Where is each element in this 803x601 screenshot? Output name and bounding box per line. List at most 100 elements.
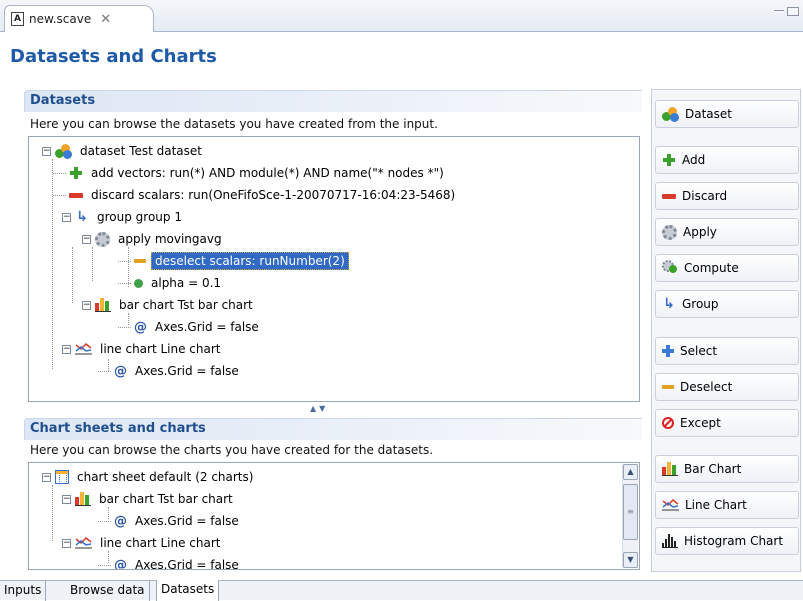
close-icon[interactable]: ✕	[100, 12, 111, 27]
gear-icon	[95, 231, 110, 247]
tab-browse-data[interactable]: Browse data	[66, 581, 150, 601]
except-button-label: Except	[680, 416, 721, 430]
tree-row-alpha[interactable]: alpha = 0.1	[118, 272, 224, 294]
property-icon: @	[114, 557, 127, 570]
tree-label-selected: deselect scalars: runNumber(2)	[151, 252, 349, 270]
collapse-toggle[interactable]: −	[82, 234, 91, 244]
select-button-label: Select	[680, 344, 718, 358]
collapse-toggle[interactable]: −	[82, 300, 91, 310]
charts-tree[interactable]: − chart sheet default (2 charts) − bar c…	[28, 462, 640, 570]
tree-row-bar-chart[interactable]: − bar chart Tst bar chart	[62, 488, 236, 510]
tree-label: dataset Test dataset	[80, 144, 202, 158]
collapse-toggle[interactable]: −	[62, 344, 71, 354]
except-button[interactable]: Except	[655, 409, 799, 437]
tree-row-discard-scalars[interactable]: discard scalars: run(OneFifoSce-1-200707…	[53, 184, 458, 206]
window-controls	[774, 7, 799, 16]
dataset-button-label: Dataset	[685, 107, 732, 121]
add-button-label: Add	[682, 153, 706, 167]
compute-button[interactable]: Compute	[655, 254, 799, 282]
histogram-icon	[662, 534, 678, 548]
charts-section-title: Chart sheets and charts	[30, 421, 206, 436]
collapse-toggle[interactable]: −	[42, 146, 51, 156]
line-chart-icon	[75, 535, 92, 552]
tree-label: discard scalars: run(OneFifoSce-1-200707…	[91, 188, 456, 202]
tree-row-axes-grid[interactable]: @ Axes.Grid = false	[118, 316, 262, 338]
line-chart-button[interactable]: Line Chart	[655, 491, 799, 519]
vertical-scrollbar[interactable]: ▲ ≡ ▼	[622, 464, 638, 568]
discard-button[interactable]: Discard	[655, 182, 799, 210]
datasets-tree[interactable]: − dataset Test dataset add vectors: run(…	[28, 136, 640, 402]
tree-row-bar-chart[interactable]: − bar chart Tst bar chart	[82, 294, 256, 316]
tree-row-axes-grid[interactable]: @ Axes.Grid = false	[98, 510, 242, 532]
tree-label: line chart Line chart	[100, 536, 221, 550]
histogram-chart-button[interactable]: Histogram Chart	[655, 527, 799, 555]
add-button[interactable]: Add	[655, 146, 799, 174]
deselect-icon	[134, 259, 146, 263]
property-icon: @	[114, 363, 127, 379]
select-button[interactable]: Select	[655, 337, 799, 365]
tree-label: Axes.Grid = false	[135, 514, 239, 528]
tree-row-dataset[interactable]: − dataset Test dataset	[42, 140, 205, 162]
group-icon: ↳	[76, 209, 88, 225]
parameter-icon	[134, 278, 143, 288]
property-icon: @	[114, 513, 127, 529]
discard-icon	[662, 193, 676, 199]
bar-chart-button[interactable]: Bar Chart	[655, 455, 799, 483]
group-button[interactable]: ↳ Group	[655, 290, 799, 318]
tree-label: Axes.Grid = false	[135, 558, 239, 570]
collapse-toggle[interactable]: −	[62, 538, 71, 548]
deselect-icon	[662, 385, 674, 389]
gear-icon	[662, 224, 677, 240]
group-button-label: Group	[682, 297, 719, 311]
tree-row-axes-grid[interactable]: @ Axes.Grid = false	[98, 554, 242, 570]
chart-sheet-icon	[55, 470, 69, 484]
tab-datasets[interactable]: Datasets	[156, 580, 220, 601]
scroll-down-button[interactable]: ▼	[623, 552, 638, 568]
action-button-panel: Dataset Add Discard Apply Compute ↳ Grou…	[651, 89, 801, 572]
file-icon: A	[11, 12, 24, 26]
tree-label: apply movingavg	[118, 232, 222, 246]
collapse-toggle[interactable]: −	[42, 472, 51, 482]
select-icon	[662, 345, 674, 357]
deselect-button-label: Deselect	[680, 380, 733, 394]
editor-tab-label: new.scave	[29, 12, 92, 26]
tree-row-apply-movingavg[interactable]: − apply movingavg	[82, 228, 225, 250]
scroll-thumb[interactable]: ≡	[623, 484, 638, 540]
tree-label: bar chart Tst bar chart	[119, 298, 253, 312]
discard-button-label: Discard	[682, 189, 728, 203]
dataset-icon	[55, 143, 72, 159]
maximize-icon[interactable]	[787, 7, 799, 16]
tree-row-line-chart[interactable]: − line chart Line chart	[62, 532, 224, 554]
dataset-button[interactable]: Dataset	[655, 100, 799, 128]
except-icon	[662, 417, 674, 429]
tree-label: group group 1	[97, 210, 182, 224]
line-chart-button-label: Line Chart	[685, 498, 747, 512]
apply-button[interactable]: Apply	[655, 218, 799, 246]
datasets-section-header: Datasets	[24, 90, 642, 112]
sash-arrows[interactable]: ▲▼	[310, 404, 328, 413]
apply-button-label: Apply	[683, 225, 717, 239]
tree-row-line-chart[interactable]: − line chart Line chart	[62, 338, 224, 360]
tab-inputs[interactable]: Inputs	[0, 581, 47, 601]
collapse-toggle[interactable]: −	[62, 212, 71, 222]
dataset-icon	[662, 106, 679, 122]
tree-row-group[interactable]: − ↳ group group 1	[62, 206, 185, 228]
datasets-section-description: Here you can browse the datasets you hav…	[30, 117, 438, 131]
tree-row-axes-grid[interactable]: @ Axes.Grid = false	[98, 360, 242, 382]
tree-row-deselect-scalars[interactable]: deselect scalars: runNumber(2)	[118, 250, 349, 272]
charts-section-description: Here you can browse the charts you have …	[30, 443, 434, 457]
minimize-icon[interactable]	[774, 10, 784, 13]
tree-label: bar chart Tst bar chart	[99, 492, 233, 506]
tree-label: line chart Line chart	[100, 342, 221, 356]
collapse-toggle[interactable]: −	[62, 494, 71, 504]
bar-chart-icon	[75, 492, 91, 506]
tree-label: alpha = 0.1	[151, 276, 222, 290]
tree-label: chart sheet default (2 charts)	[77, 470, 254, 484]
deselect-button[interactable]: Deselect	[655, 373, 799, 401]
tree-row-chart-sheet[interactable]: − chart sheet default (2 charts)	[42, 466, 256, 488]
tree-row-add-vectors[interactable]: add vectors: run(*) AND module(*) AND na…	[53, 162, 447, 184]
line-chart-icon	[75, 341, 92, 358]
editor-tab-strip: A new.scave ✕	[0, 0, 803, 32]
editor-tab-new-scave[interactable]: A new.scave ✕	[4, 5, 154, 32]
scroll-up-button[interactable]: ▲	[623, 464, 638, 480]
